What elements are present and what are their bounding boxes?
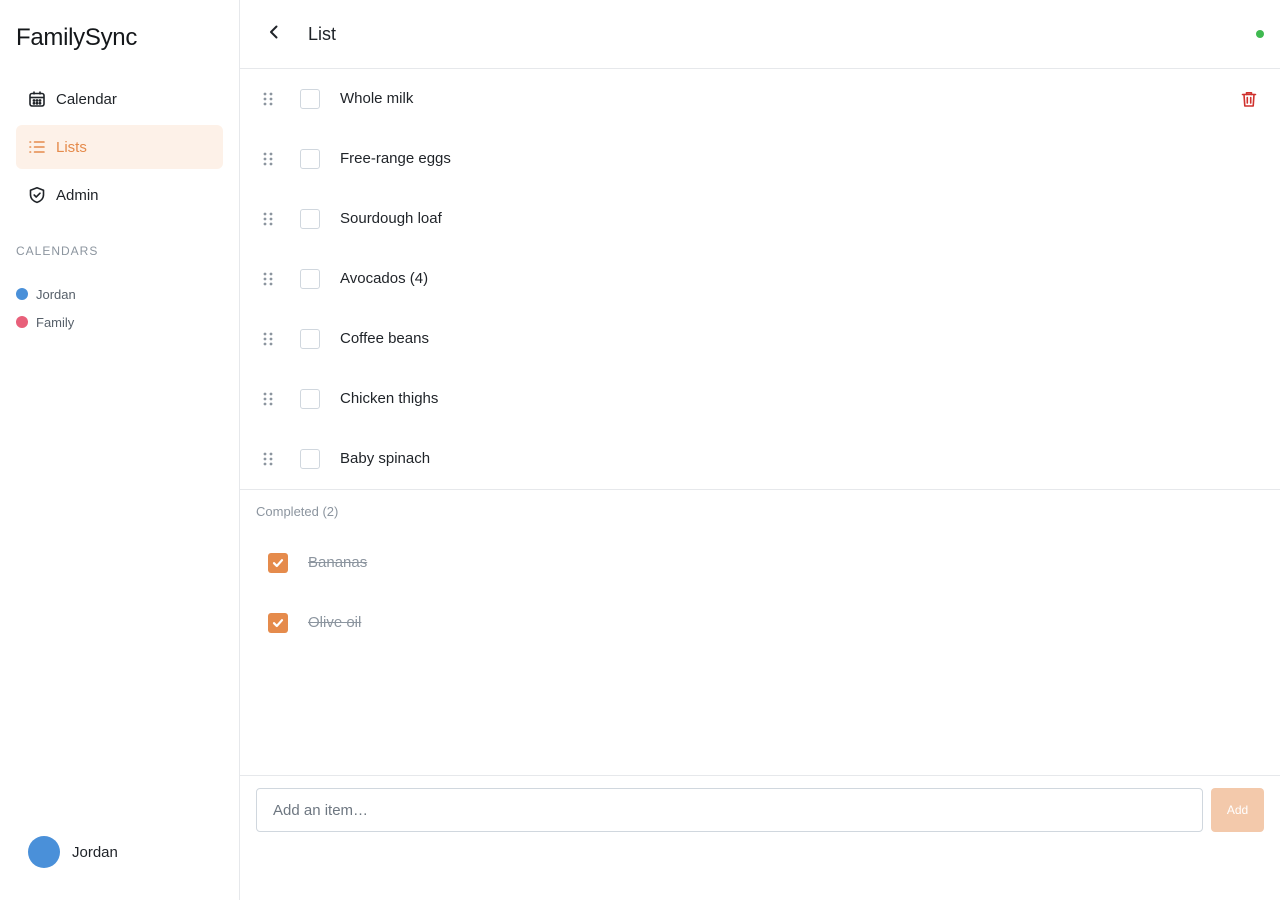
calendar-item-family[interactable]: Family: [16, 308, 76, 336]
calendar-list: Jordan Family: [16, 280, 76, 336]
nav-item-label: Lists: [56, 138, 87, 156]
add-item-bar: Add: [240, 775, 1280, 900]
list-item[interactable]: Sourdough loaf: [240, 189, 1280, 249]
user-profile[interactable]: Jordan: [28, 836, 118, 868]
nav-item-lists[interactable]: Lists: [16, 125, 223, 169]
list-item[interactable]: Free-range eggs: [240, 129, 1280, 189]
sync-status-indicator: [1256, 30, 1264, 38]
add-item-button[interactable]: Add: [1211, 788, 1264, 832]
add-item-input[interactable]: [256, 788, 1203, 832]
item-checkbox[interactable]: [300, 389, 320, 409]
drag-handle-icon[interactable]: [262, 391, 274, 407]
checked-checkbox[interactable]: [268, 553, 288, 573]
drag-handle-icon[interactable]: [262, 91, 274, 107]
item-text: Bananas: [308, 554, 368, 571]
drag-handle-icon[interactable]: [262, 451, 274, 467]
nav-item-admin[interactable]: Admin: [16, 173, 223, 217]
main-panel: List Whole milk Free-range eggs Sourdough …: [240, 0, 1280, 900]
calendar-name: Family: [36, 314, 75, 330]
nav-item-label: Admin: [56, 186, 99, 204]
avatar: [28, 836, 60, 868]
app-logo: FamilySync: [16, 24, 138, 51]
item-checkbox[interactable]: [300, 329, 320, 349]
item-text: Avocados (4): [340, 270, 429, 287]
calendar-color-dot: [16, 288, 28, 300]
item-text: Chicken thighs: [340, 390, 439, 407]
back-button[interactable]: [262, 22, 286, 46]
completed-item[interactable]: Bananas: [240, 533, 1280, 593]
item-text: Free-range eggs: [340, 150, 451, 167]
item-checkbox[interactable]: [300, 449, 320, 469]
sidebar: FamilySync Calendar Lists Admin CALENDAR…: [0, 0, 240, 900]
item-text: Coffee beans: [340, 330, 429, 347]
checked-checkbox[interactable]: [268, 613, 288, 633]
item-checkbox[interactable]: [300, 269, 320, 289]
drag-handle-icon[interactable]: [262, 331, 274, 347]
list-item[interactable]: Baby spinach: [240, 429, 1280, 489]
active-items-list: Whole milk Free-range eggs Sourdough loaf A…: [240, 69, 1280, 490]
completed-items-list: Bananas Olive oil: [240, 533, 1280, 653]
chevron-left-icon: [262, 20, 286, 49]
trash-icon[interactable]: [1240, 90, 1258, 108]
item-checkbox[interactable]: [300, 89, 320, 109]
list-item[interactable]: Coffee beans: [240, 309, 1280, 369]
item-text: Sourdough loaf: [340, 210, 442, 227]
calendars-heading: CALENDARS: [16, 244, 99, 258]
calendar-name: Jordan: [36, 286, 76, 302]
item-text: Olive oil: [308, 614, 362, 631]
item-checkbox[interactable]: [300, 209, 320, 229]
user-name: Jordan: [72, 843, 118, 861]
list-item[interactable]: Chicken thighs: [240, 369, 1280, 429]
drag-handle-icon[interactable]: [262, 211, 274, 227]
nav-item-label: Calendar: [56, 90, 117, 108]
list-header: List: [240, 0, 1280, 69]
nav-item-calendar[interactable]: Calendar: [16, 77, 223, 121]
item-text: Baby spinach: [340, 450, 431, 467]
list-icon: [28, 138, 46, 156]
list-item[interactable]: Avocados (4): [240, 249, 1280, 309]
completed-heading: Completed (2): [256, 504, 339, 519]
list-item[interactable]: Whole milk: [240, 69, 1280, 129]
calendar-item-jordan[interactable]: Jordan: [16, 280, 76, 308]
shield-icon: [28, 186, 46, 204]
drag-handle-icon[interactable]: [262, 271, 274, 287]
completed-item[interactable]: Olive oil: [240, 593, 1280, 653]
drag-handle-icon[interactable]: [262, 151, 274, 167]
item-text: Whole milk: [340, 90, 414, 107]
page-title: List: [308, 24, 337, 44]
calendar-color-dot: [16, 316, 28, 328]
calendar-icon: [28, 90, 46, 108]
item-checkbox[interactable]: [300, 149, 320, 169]
main-nav: Calendar Lists Admin: [16, 77, 223, 221]
